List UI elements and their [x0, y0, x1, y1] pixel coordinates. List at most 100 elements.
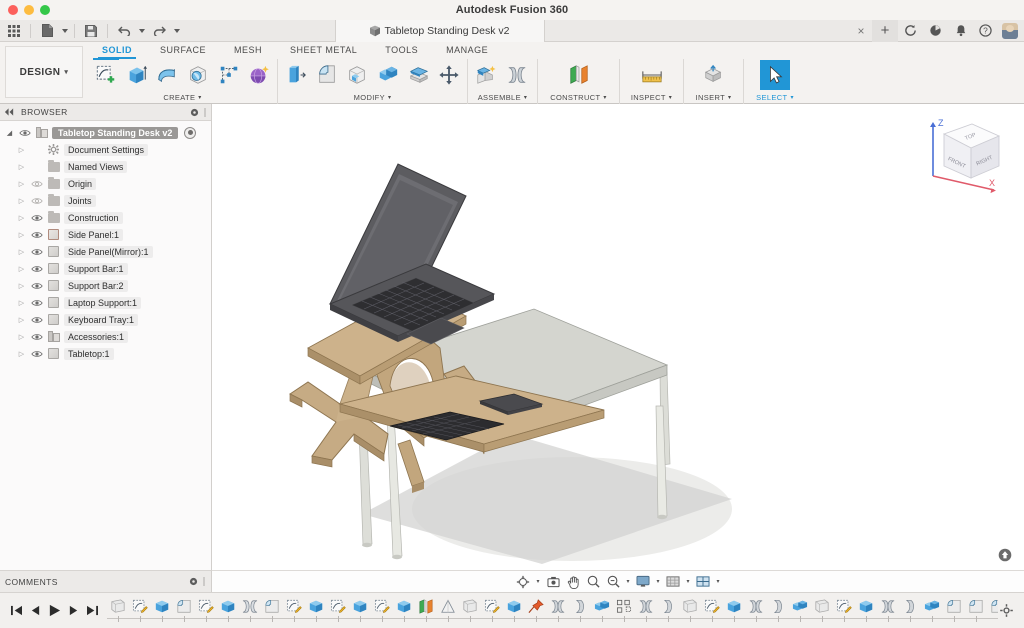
expand-arrow-icon[interactable]: ▷	[16, 197, 27, 205]
expand-arrow-icon[interactable]: ▷	[16, 231, 27, 239]
timeline-feature-5[interactable]	[217, 599, 239, 622]
3d-viewport[interactable]: Z X TOP FRONT RIGHT	[212, 104, 1024, 570]
press-pull-button[interactable]	[281, 60, 311, 90]
timeline-play-button[interactable]	[46, 601, 63, 621]
new-document-icon[interactable]	[36, 21, 58, 41]
ribbon-tab-mesh[interactable]: MESH	[220, 42, 276, 59]
timeline-feature-14[interactable]	[415, 598, 437, 622]
timeline-feature-12[interactable]	[371, 599, 393, 622]
joint-button[interactable]	[502, 60, 532, 90]
revolve-button[interactable]	[152, 60, 182, 90]
look-at-icon[interactable]	[544, 572, 563, 591]
timeline-feature-0[interactable]	[107, 598, 129, 622]
orbit-caret-icon[interactable]: ▾	[534, 572, 543, 591]
timeline-step-back-button[interactable]	[27, 601, 44, 621]
new-document-caret-icon[interactable]	[60, 21, 69, 41]
visibility-eye-icon[interactable]	[30, 231, 43, 239]
timeline-feature-16[interactable]	[459, 598, 481, 622]
timeline-feature-39[interactable]	[965, 599, 987, 622]
timeline-feature-36[interactable]	[899, 599, 921, 622]
sweep-button[interactable]	[183, 60, 213, 90]
timeline-feature-23[interactable]	[613, 599, 635, 622]
viewports-icon[interactable]	[694, 572, 713, 591]
browser-item-root[interactable]: ◢ Tabletop Standing Desk v2	[0, 124, 211, 141]
timeline-feature-9[interactable]	[305, 599, 327, 622]
timeline-feature-35[interactable]	[877, 599, 899, 622]
document-tab[interactable]: Tabletop Standing Desk v2	[335, 19, 545, 42]
browser-item-accessories-1[interactable]: ▷ Accessories:1	[0, 328, 211, 345]
ribbon-tab-solid[interactable]: SOLID	[88, 42, 146, 59]
timeline-feature-25[interactable]	[657, 599, 679, 622]
timeline-end-button[interactable]	[84, 601, 101, 621]
ribbon-panel-label-construct[interactable]: CONSTRUCT ▾	[538, 91, 619, 104]
collapse-left-icon[interactable]	[4, 103, 15, 121]
timeline-feature-4[interactable]	[195, 599, 217, 622]
browser-item-support-bar-2[interactable]: ▷ Support Bar:2	[0, 277, 211, 294]
combine-button[interactable]	[373, 60, 403, 90]
visibility-eye-off-icon[interactable]	[30, 180, 43, 188]
browser-item-named-views[interactable]: ▷ Named Views	[0, 158, 211, 175]
visibility-eye-icon[interactable]	[30, 282, 43, 290]
active-component-indicator[interactable]	[184, 126, 197, 139]
redo-caret-icon[interactable]	[172, 21, 181, 41]
browser-item-side-panel-mirror-1[interactable]: ▷ Side Panel(Mirror):1	[0, 243, 211, 260]
visibility-eye-icon[interactable]	[30, 316, 43, 324]
visibility-eye-icon[interactable]	[30, 350, 43, 358]
undo-icon[interactable]	[113, 21, 135, 41]
timeline-track[interactable]	[107, 593, 998, 628]
display-settings-caret-icon[interactable]: ▾	[654, 572, 663, 591]
create-form-button[interactable]	[244, 60, 274, 90]
timeline-feature-26[interactable]	[679, 598, 701, 622]
new-component-button[interactable]	[471, 60, 501, 90]
browser-item-construction[interactable]: ▷ Construction	[0, 209, 211, 226]
timeline-feature-20[interactable]	[547, 599, 569, 622]
timeline-feature-17[interactable]	[481, 599, 503, 622]
move-copy-button[interactable]	[434, 60, 464, 90]
model-render[interactable]	[212, 104, 1024, 570]
help-icon[interactable]: ?	[973, 20, 998, 42]
orbit-icon[interactable]	[514, 572, 533, 591]
grid-snaps-caret-icon[interactable]: ▾	[684, 572, 693, 591]
expand-arrow-icon[interactable]: ▷	[16, 282, 27, 290]
notifications-icon[interactable]	[948, 20, 973, 42]
expand-arrow-icon[interactable]: ▷	[16, 350, 27, 358]
timeline-feature-18[interactable]	[503, 599, 525, 622]
account-avatar[interactable]	[1002, 22, 1018, 39]
select-tool-button[interactable]	[760, 60, 790, 90]
browser-item-support-bar-1[interactable]: ▷ Support Bar:1	[0, 260, 211, 277]
browser-item-side-panel-1[interactable]: ▷ Side Panel:1	[0, 226, 211, 243]
app-grid-icon[interactable]	[3, 21, 25, 41]
timeline-feature-27[interactable]	[701, 599, 723, 622]
timeline-feature-30[interactable]	[767, 599, 789, 622]
visibility-eye-icon[interactable]	[30, 214, 43, 222]
grid-snaps-icon[interactable]	[664, 572, 683, 591]
viewports-caret-icon[interactable]: ▾	[714, 572, 723, 591]
display-settings-icon[interactable]	[634, 572, 653, 591]
timeline-feature-7[interactable]	[261, 599, 283, 622]
ribbon-panel-label-create[interactable]: CREATE ▾	[88, 91, 277, 104]
canvas-corner-badge[interactable]	[998, 548, 1012, 562]
timeline-feature-34[interactable]	[855, 599, 877, 622]
workspace-selector-button[interactable]: DESIGN ▾	[5, 46, 83, 98]
ribbon-panel-label-inspect[interactable]: INSPECT ▾	[620, 91, 683, 104]
timeline-feature-21[interactable]	[569, 599, 591, 622]
timeline-feature-6[interactable]	[239, 599, 261, 622]
timeline-feature-38[interactable]	[943, 599, 965, 622]
expand-arrow-icon[interactable]: ▷	[16, 299, 27, 307]
close-window-button[interactable]	[8, 5, 18, 15]
visibility-eye-icon[interactable]	[30, 265, 43, 273]
timeline-feature-33[interactable]	[833, 599, 855, 622]
timeline-feature-24[interactable]	[635, 599, 657, 622]
timeline-begin-button[interactable]	[8, 601, 25, 621]
new-tab-button[interactable]: +	[872, 19, 898, 42]
ribbon-panel-label-modify[interactable]: MODIFY ▾	[278, 91, 467, 104]
window-controls[interactable]	[8, 5, 50, 15]
pan-hand-icon[interactable]	[564, 572, 583, 591]
offset-plane-button[interactable]	[564, 60, 594, 90]
timeline-feature-15[interactable]	[437, 598, 459, 622]
shell-button[interactable]	[342, 60, 372, 90]
zoom-window-icon[interactable]	[604, 572, 623, 591]
ribbon-tab-sheet-metal[interactable]: SHEET METAL	[276, 42, 371, 59]
browser-item-keyboard-tray-1[interactable]: ▷ Keyboard Tray:1	[0, 311, 211, 328]
timeline-feature-31[interactable]	[789, 599, 811, 622]
